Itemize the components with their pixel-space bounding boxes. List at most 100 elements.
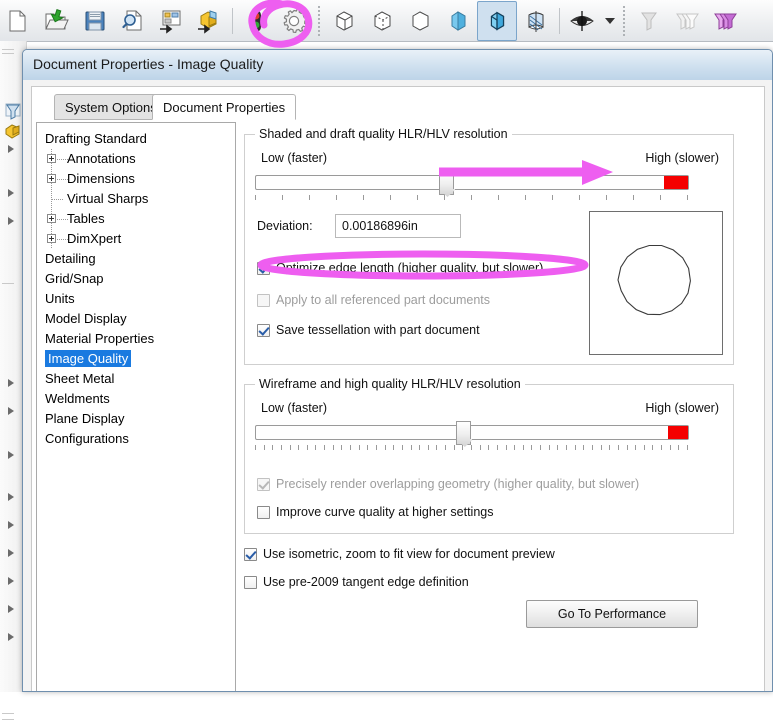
assembly-tree-icon: [4, 123, 22, 139]
use-pre2009-tangent-checkbox-row[interactable]: Use pre-2009 tangent edge definition: [244, 575, 469, 589]
save-tessellation-checkbox-row[interactable]: Save tessellation with part document: [257, 323, 480, 337]
go-to-performance-button[interactable]: Go To Performance: [526, 600, 698, 628]
print-preview-icon[interactable]: [114, 2, 152, 40]
tree-item-configurations[interactable]: Configurations: [37, 429, 235, 449]
group-title: Shaded and draft quality HLR/HLV resolut…: [255, 127, 512, 141]
tree-item-model-display[interactable]: Model Display: [37, 309, 235, 329]
shaded-slider-ticks: [255, 195, 689, 201]
wireframe-quality-group: Wireframe and high quality HLR/HLV resol…: [244, 377, 734, 534]
dialog-titlebar[interactable]: Document Properties - Image Quality: [23, 50, 772, 81]
tree-item-virtual-sharps[interactable]: Virtual Sharps: [37, 189, 235, 209]
improve-curve-quality-checkbox[interactable]: [257, 505, 270, 519]
optimize-edge-length-label: Optimize edge length (higher quality, bu…: [276, 261, 544, 275]
shaded-slider-high-label: High (slower): [645, 151, 719, 165]
tree-item-label: Model Display: [45, 311, 127, 326]
use-isometric-label: Use isometric, zoom to fit view for docu…: [263, 547, 555, 561]
shaded-with-edges-icon[interactable]: [477, 0, 517, 41]
tab-document-properties[interactable]: Document Properties: [152, 94, 297, 120]
wireframe-slider-low-label: Low (faster): [261, 401, 327, 415]
use-pre2009-tangent-checkbox[interactable]: [244, 575, 257, 589]
filter-icon[interactable]: [630, 2, 668, 40]
section-view-icon[interactable]: [517, 2, 555, 40]
make-drawing-icon[interactable]: [152, 2, 190, 40]
tree-item-weldments[interactable]: Weldments: [37, 389, 235, 409]
tree-item-label: Weldments: [45, 391, 110, 406]
tree-item-sheet-metal[interactable]: Sheet Metal: [37, 369, 235, 389]
tree-connector: [57, 159, 68, 160]
filter-active-icon[interactable]: [706, 2, 744, 40]
tree-item-image-quality[interactable]: Image Quality: [37, 349, 235, 369]
shaded-quality-slider-track[interactable]: [255, 175, 689, 190]
tree-item-tables[interactable]: Tables: [37, 209, 235, 229]
filter-tree-icon: [4, 103, 22, 123]
deviation-label: Deviation:: [257, 219, 313, 233]
save-tessellation-label: Save tessellation with part document: [276, 323, 480, 337]
tree-item-label: Sheet Metal: [45, 371, 115, 386]
open-document-icon[interactable]: [38, 2, 76, 40]
toolbar-grip[interactable]: [318, 5, 320, 36]
tree-item-label: Plane Display: [45, 411, 125, 426]
improve-curve-quality-label: Improve curve quality at higher settings: [276, 505, 494, 519]
save-icon[interactable]: [76, 2, 114, 40]
rebuild-icon[interactable]: [237, 2, 275, 40]
tree-item-units[interactable]: Units: [37, 289, 235, 309]
use-isometric-checkbox[interactable]: [244, 547, 257, 561]
tree-item-drafting-standard[interactable]: Drafting Standard: [37, 129, 235, 149]
tree-item-grid-snap[interactable]: Grid/Snap: [37, 269, 235, 289]
tree-item-label: Drafting Standard: [45, 131, 147, 146]
make-assembly-icon[interactable]: [190, 2, 228, 40]
tree-item-label: Annotations: [67, 151, 136, 166]
display-state-eye-icon[interactable]: [564, 2, 602, 40]
improve-curve-quality-checkbox-row[interactable]: Improve curve quality at higher settings: [257, 505, 493, 519]
options-gear-icon[interactable]: [275, 2, 313, 40]
dialog-title: Document Properties - Image Quality: [33, 56, 264, 72]
save-tessellation-checkbox[interactable]: [257, 323, 270, 337]
tab-system-options[interactable]: System Options: [54, 94, 168, 120]
tree-item-dimensions[interactable]: Dimensions: [37, 169, 235, 189]
new-document-icon[interactable]: [0, 2, 38, 40]
group-title: Wireframe and high quality HLR/HLV resol…: [255, 377, 525, 391]
expand-plus-icon[interactable]: [47, 234, 56, 243]
hidden-lines-visible-icon[interactable]: [363, 2, 401, 40]
precisely-render-checkbox: [257, 477, 270, 491]
use-isometric-checkbox-row[interactable]: Use isometric, zoom to fit view for docu…: [244, 547, 555, 561]
apply-all-referenced-label: Apply to all referenced part documents: [276, 293, 491, 307]
precisely-render-label: Precisely render overlapping geometry (h…: [276, 477, 640, 491]
wireframe-slider-red-zone: [668, 426, 688, 439]
shaded-slider-red-zone: [664, 176, 688, 189]
apply-all-referenced-checkbox-row: Apply to all referenced part documents: [257, 293, 490, 307]
tree-item-dimxpert[interactable]: DimXpert: [37, 229, 235, 249]
shaded-slider-low-label: Low (faster): [261, 151, 327, 165]
tree-item-material-properties[interactable]: Material Properties: [37, 329, 235, 349]
document-properties-dialog: Document Properties - Image Quality Syst…: [22, 49, 773, 692]
deviation-input[interactable]: 0.00186896in: [335, 214, 461, 238]
filter-multi-icon[interactable]: [668, 2, 706, 40]
expand-plus-icon[interactable]: [47, 214, 56, 223]
wireframe-slider-high-label: High (slower): [645, 401, 719, 415]
optimize-edge-length-checkbox-row[interactable]: Optimize edge length (higher quality, bu…: [257, 261, 543, 275]
tree-item-plane-display[interactable]: Plane Display: [37, 409, 235, 429]
optimize-edge-length-checkbox[interactable]: [257, 261, 270, 275]
toolbar-grip[interactable]: [623, 5, 625, 36]
wireframe-icon[interactable]: [325, 2, 363, 40]
main-toolbar: [0, 0, 773, 42]
wireframe-quality-slider-track[interactable]: [255, 425, 689, 440]
expand-plus-icon[interactable]: [47, 154, 56, 163]
wireframe-quality-slider-thumb[interactable]: [456, 421, 472, 445]
shaded-quality-slider-thumb[interactable]: [438, 171, 454, 195]
display-state-dropdown-icon[interactable]: [602, 2, 618, 40]
tree-connector: [52, 199, 63, 200]
tree-item-label: Image Quality: [45, 350, 132, 367]
tree-item-detailing[interactable]: Detailing: [37, 249, 235, 269]
tree-connector: [57, 219, 68, 220]
hidden-lines-removed-icon[interactable]: [401, 2, 439, 40]
tree-item-annotations[interactable]: Annotations: [37, 149, 235, 169]
shaded-icon[interactable]: [439, 2, 477, 40]
tree-item-label: Material Properties: [45, 331, 155, 346]
use-pre2009-tangent-label: Use pre-2009 tangent edge definition: [263, 575, 469, 589]
tree-item-label: Dimensions: [67, 171, 135, 186]
toolbar-separator: [559, 7, 560, 34]
expand-plus-icon[interactable]: [47, 174, 56, 183]
apply-all-referenced-checkbox: [257, 293, 270, 307]
settings-tree[interactable]: Drafting Standard Annotations Dimensions: [36, 122, 236, 691]
